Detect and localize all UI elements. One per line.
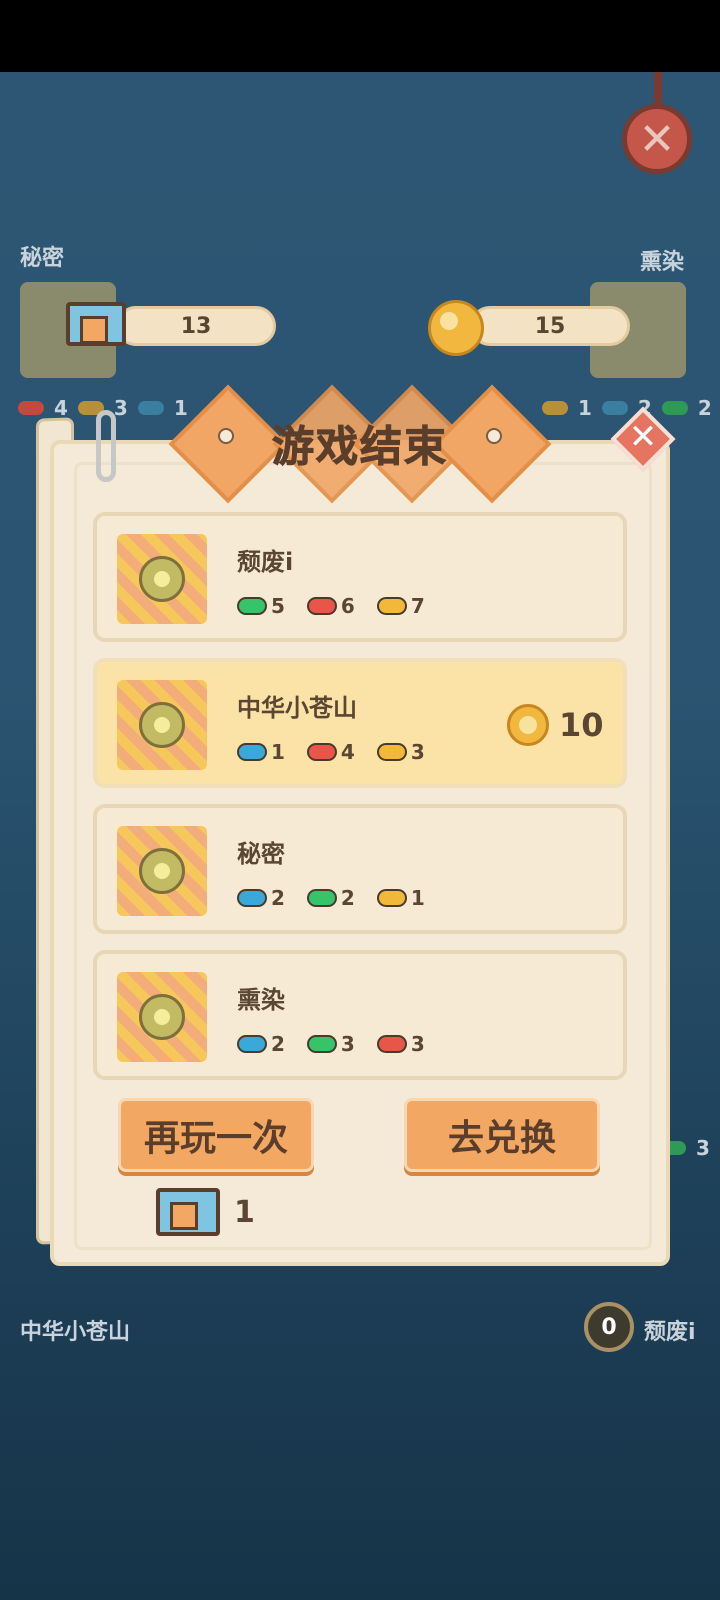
chip-count: 6 [340,594,355,618]
player-avatar [117,826,207,916]
chip-count: 2 [340,886,355,910]
ticket-count: 1 [234,1194,255,1230]
chip-icon [306,743,337,761]
chip-counts: 2 3 3 [237,1032,439,1056]
play-again-button[interactable]: 再玩一次 [118,1098,314,1172]
chip-count: 3 [410,740,425,764]
chip-icon [306,1035,337,1053]
chip-icon [306,597,337,615]
ticket-reward: 1 [156,1188,255,1236]
player-avatar [117,972,207,1062]
chip-icon [376,1035,407,1053]
chip-count: 2 [271,1032,285,1056]
player-card: 秘密 2 2 1 [93,804,627,934]
status-bar [0,0,720,72]
chip-icon [306,889,337,907]
player-avatar [117,534,207,624]
chip-counts: 1 4 3 [237,740,439,764]
bottom-right-player-name: 颓废i [644,1320,696,1345]
coin-counter: 15 [470,306,630,346]
bottom-right-score: 0 [584,1302,634,1352]
player-card: 熏染 2 3 3 [93,950,627,1080]
player-name: 中华小苍山 [237,694,357,722]
ticket-icon [156,1188,220,1236]
chip-icon [376,597,407,615]
chip-count: 2 [271,886,285,910]
chip-icon [237,743,267,761]
player-name: 颓废i [237,548,294,576]
chip-icon [237,597,267,615]
coin-icon [507,704,549,746]
coin-reward-value: 10 [559,706,604,744]
chip-count: 5 [271,594,285,618]
player-name: 秘密 [237,840,285,868]
ticket-icon [66,302,126,346]
close-icon[interactable]: ✕ [620,414,666,460]
ticket-counter: 13 [116,306,276,346]
top-right-player-name: 熏染 [640,250,685,275]
chip-count: 1 [410,886,425,910]
chip-counts: 5 6 7 [237,594,439,618]
close-icon: ✕ [638,113,676,165]
chip-icon [237,1035,267,1053]
chip-icon [376,889,407,907]
chip-count: 4 [340,740,355,764]
chip-count: 3 [340,1032,355,1056]
player-name: 熏染 [237,986,285,1014]
top-close-button[interactable]: ✕ [622,104,692,174]
chip-counts: 2 2 1 [237,886,439,910]
player-card: 中华小苍山 1 4 3 10 [93,658,627,788]
bottom-left-player-name: 中华小苍山 [20,1320,131,1345]
player-avatar [117,680,207,770]
close-string [654,72,662,106]
coin-icon [428,300,484,356]
chip-count: 3 [410,1032,425,1056]
chip-icon [237,889,267,907]
top-left-player-name: 秘密 [20,246,65,271]
player-card: 颓废i 5 6 7 [93,512,627,642]
paper-clip-icon [96,410,116,482]
chip-count: 7 [410,594,425,618]
dialog-title: 游戏结束 [271,421,448,471]
chip-icon [376,743,407,761]
chip-count: 1 [271,740,285,764]
coin-reward: 10 [507,704,604,746]
exchange-button[interactable]: 去兑换 [404,1098,600,1172]
